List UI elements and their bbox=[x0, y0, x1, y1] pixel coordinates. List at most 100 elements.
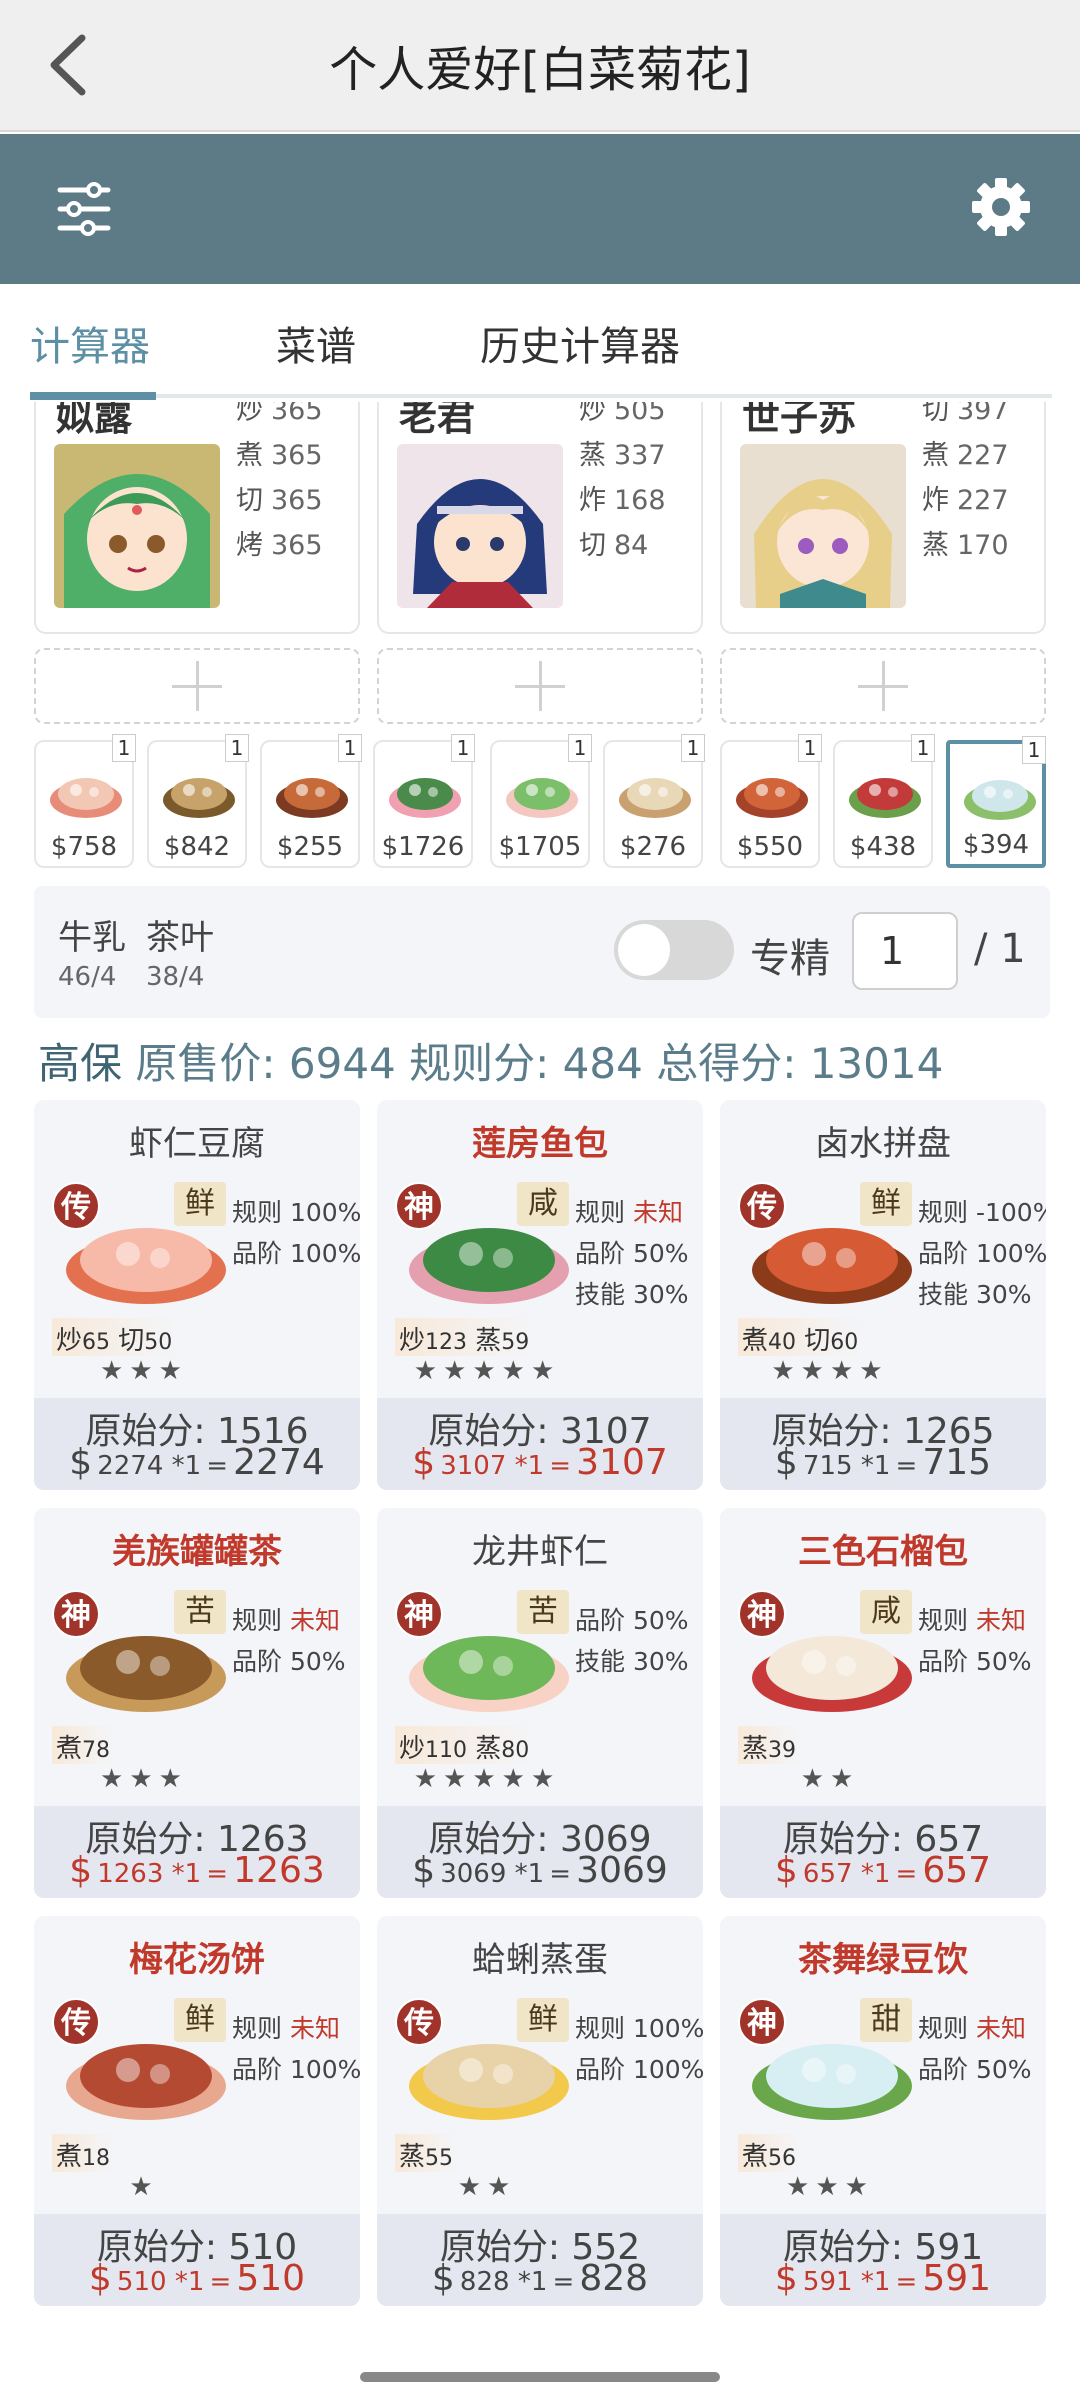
dish-requirement: 品阶 100% bbox=[918, 1239, 1046, 1268]
dish-image bbox=[849, 778, 921, 818]
dish-requirement: 技能 30% bbox=[575, 1280, 689, 1309]
dish-flavor-badge: 鲜 bbox=[174, 1182, 226, 1226]
dish-star-rating: ★★★★★ bbox=[413, 1764, 561, 1794]
dish-image bbox=[506, 778, 578, 818]
dish-score-box: 原始分: 1263 $ 1263 *1 = 1263 bbox=[34, 1806, 360, 1898]
tab-history-calculator[interactable]: 历史计算器 bbox=[480, 314, 680, 372]
dish-image bbox=[389, 778, 461, 818]
dish-skill-requirement: 煮78 bbox=[52, 1726, 115, 1764]
tab-calculator[interactable]: 计算器 bbox=[30, 314, 150, 372]
dish-requirement: 技能 30% bbox=[918, 1280, 1032, 1309]
dish-skill-requirement: 炒110 蒸80 bbox=[395, 1726, 534, 1764]
chef-avatar bbox=[397, 444, 563, 608]
selected-dish-tile[interactable]: 1 $255 bbox=[260, 734, 362, 868]
dish-card[interactable]: 虾仁豆腐传 鲜规则 100% 品阶 100% 炒65 切50 ★★★ 原始分: 1516… bbox=[34, 1100, 360, 1490]
dish-requirement: 规则 100% bbox=[575, 2014, 703, 2043]
dish-requirement: 品阶 100% bbox=[232, 1239, 360, 1268]
gear-icon[interactable] bbox=[970, 176, 1032, 238]
dish-flavor-badge: 苦 bbox=[517, 1590, 569, 1634]
dish-count-badge: 1 bbox=[681, 734, 705, 762]
chef-skills: 切 397 煮 227 炸 227 蒸 170 bbox=[922, 402, 1009, 561]
dish-revenue: $ 1263 *1 = 1263 bbox=[69, 1850, 325, 1891]
dish-requirements: 规则 未知 品阶 100% bbox=[232, 2008, 360, 2090]
dish-rarity-badge: 传 bbox=[52, 1182, 100, 1230]
dish-card[interactable]: 梅花汤饼传 鲜规则 未知 品阶 100% 煮18 ★ 原始分: 510 $ 510 *1 … bbox=[34, 1916, 360, 2306]
dish-star-rating: ★★★★ bbox=[771, 1356, 889, 1386]
dish-star-rating: ★★★★★ bbox=[413, 1356, 561, 1386]
dish-rarity-badge: 神 bbox=[395, 1182, 443, 1230]
dish-name: 茶舞绿豆饮 bbox=[798, 1940, 968, 1980]
chef-skills: 炒 505 蒸 337 炸 168 切 84 bbox=[579, 402, 666, 561]
dish-star-rating: ★★★ bbox=[100, 1764, 188, 1794]
dish-flavor-badge: 鲜 bbox=[860, 1182, 912, 1226]
chef-card-2[interactable]: 老君 炒 505 蒸 337 炸 168 切 84 bbox=[377, 402, 703, 634]
dish-skill-requirement: 蒸55 bbox=[395, 2134, 458, 2172]
active-tab-indicator bbox=[30, 392, 156, 400]
dish-flavor-badge: 咸 bbox=[860, 1590, 912, 1634]
dish-name: 龙井虾仁 bbox=[472, 1532, 608, 1572]
dish-count-badge: 1 bbox=[798, 734, 822, 762]
dish-star-rating: ★★ bbox=[800, 1764, 860, 1794]
home-indicator[interactable] bbox=[360, 2372, 720, 2382]
dish-name: 梅花汤饼 bbox=[129, 1940, 265, 1980]
dish-requirement: 技能 30% bbox=[575, 1647, 689, 1676]
add-equipment-slot-2[interactable] bbox=[377, 648, 703, 724]
selected-dish-tile[interactable]: 1 $758 bbox=[34, 734, 136, 868]
dish-star-rating: ★ bbox=[129, 2172, 159, 2202]
dish-card[interactable]: 茶舞绿豆饮神 甜规则 未知 品阶 50% 煮56 ★★★ 原始分: 591 $ 591 *… bbox=[720, 1916, 1046, 2306]
dish-price: $550 bbox=[736, 832, 804, 862]
chef-name: 姒露 bbox=[56, 402, 133, 439]
ingredient-name: 牛乳 bbox=[58, 918, 126, 958]
dish-name: 虾仁豆腐 bbox=[129, 1124, 265, 1164]
dish-revenue: $ 828 *1 = 828 bbox=[431, 2258, 649, 2299]
dish-requirement: 规则 100% bbox=[232, 1198, 360, 1227]
dish-image bbox=[163, 778, 235, 818]
dish-rarity-badge: 传 bbox=[52, 1998, 100, 2046]
dish-requirements: 规则 -100% 品阶 100% 技能 30% bbox=[918, 1192, 1046, 1315]
dish-score-box: 原始分: 1516 $ 2274 *1 = 2274 bbox=[34, 1398, 360, 1490]
dish-name: 莲房鱼包 bbox=[472, 1124, 608, 1164]
dish-rarity-badge: 传 bbox=[738, 1182, 786, 1230]
selected-dish-tile[interactable]: 1 $1705 bbox=[490, 734, 592, 868]
chef-avatar bbox=[54, 444, 220, 608]
dish-count-badge: 1 bbox=[112, 734, 136, 762]
dish-count-badge: 1 bbox=[568, 734, 592, 762]
dish-card[interactable]: 羌族罐罐茶神 苦规则 未知 品阶 50% 煮78 ★★★ 原始分: 1263 $ 1263… bbox=[34, 1508, 360, 1898]
dish-count-badge: 1 bbox=[338, 734, 362, 762]
dish-price: $1705 bbox=[498, 832, 582, 862]
dish-card[interactable]: 龙井虾仁神 苦品阶 50% 技能 30% 炒110 蒸80 ★★★★★ 原始分: 306… bbox=[377, 1508, 703, 1898]
filter-settings-icon[interactable] bbox=[56, 176, 112, 242]
dish-requirements: 规则 未知 品阶 50% 技能 30% bbox=[575, 1192, 689, 1315]
dish-price: $1726 bbox=[381, 832, 465, 862]
dish-card[interactable]: 莲房鱼包神 咸规则 未知 品阶 50% 技能 30% 炒123 蒸59 ★★★★★ 原始分… bbox=[377, 1100, 703, 1490]
chef-card-3[interactable]: 世子苏 切 397 煮 227 炸 227 蒸 170 bbox=[720, 402, 1046, 634]
add-equipment-slot-3[interactable] bbox=[720, 648, 1046, 724]
dish-requirements: 规则 100% 品阶 100% bbox=[575, 2008, 703, 2090]
selected-dish-tile[interactable]: 1 $842 bbox=[147, 734, 249, 868]
dish-requirement: 品阶 50% bbox=[232, 1647, 346, 1676]
dish-star-rating: ★★ bbox=[457, 2172, 517, 2202]
selected-dish-tile[interactable]: 1 $438 bbox=[833, 734, 935, 868]
selected-dish-tile[interactable]: 1 $276 bbox=[603, 734, 705, 868]
dish-requirements: 品阶 50% 技能 30% bbox=[575, 1600, 689, 1682]
dish-revenue: $ 3107 *1 = 3107 bbox=[412, 1442, 668, 1483]
selected-dish-tile[interactable]: 1 $550 bbox=[720, 734, 822, 868]
dish-card[interactable]: 卤水拼盘传 鲜规则 -100% 品阶 100% 技能 30% 煮40 切60 ★★★★ 原… bbox=[720, 1100, 1046, 1490]
dish-requirements: 规则 未知 品阶 50% bbox=[232, 1600, 346, 1682]
specialize-toggle[interactable] bbox=[614, 920, 734, 980]
dish-requirements: 规则 100% 品阶 100% bbox=[232, 1192, 360, 1274]
tab-recipes[interactable]: 菜谱 bbox=[276, 314, 356, 372]
chef-name: 老君 bbox=[399, 402, 476, 439]
selected-dish-tile[interactable]: 1 $1726 bbox=[373, 734, 475, 868]
dish-requirement: 规则 未知 bbox=[918, 2014, 1026, 2043]
dish-score-box: 原始分: 3069 $ 3069 *1 = 3069 bbox=[377, 1806, 703, 1898]
chef-skills: 炒 365 煮 365 切 365 烤 365 bbox=[236, 402, 323, 561]
dish-flavor-badge: 苦 bbox=[174, 1590, 226, 1634]
add-equipment-slot-1[interactable] bbox=[34, 648, 360, 724]
dish-flavor-badge: 鲜 bbox=[517, 1998, 569, 2042]
selected-dish-tile[interactable]: 1 $394 bbox=[946, 736, 1046, 868]
chef-card-1[interactable]: 姒露 炒 365 煮 365 切 365 烤 365 bbox=[34, 402, 360, 634]
specialize-count-input[interactable]: 1 bbox=[852, 912, 958, 990]
dish-card[interactable]: 蛤蜊蒸蛋传 鲜规则 100% 品阶 100% 蒸55 ★★ 原始分: 552 $ 828 … bbox=[377, 1916, 703, 2306]
dish-card[interactable]: 三色石榴包神 咸规则 未知 品阶 50% 蒸39 ★★ 原始分: 657 $ 657 *1… bbox=[720, 1508, 1046, 1898]
